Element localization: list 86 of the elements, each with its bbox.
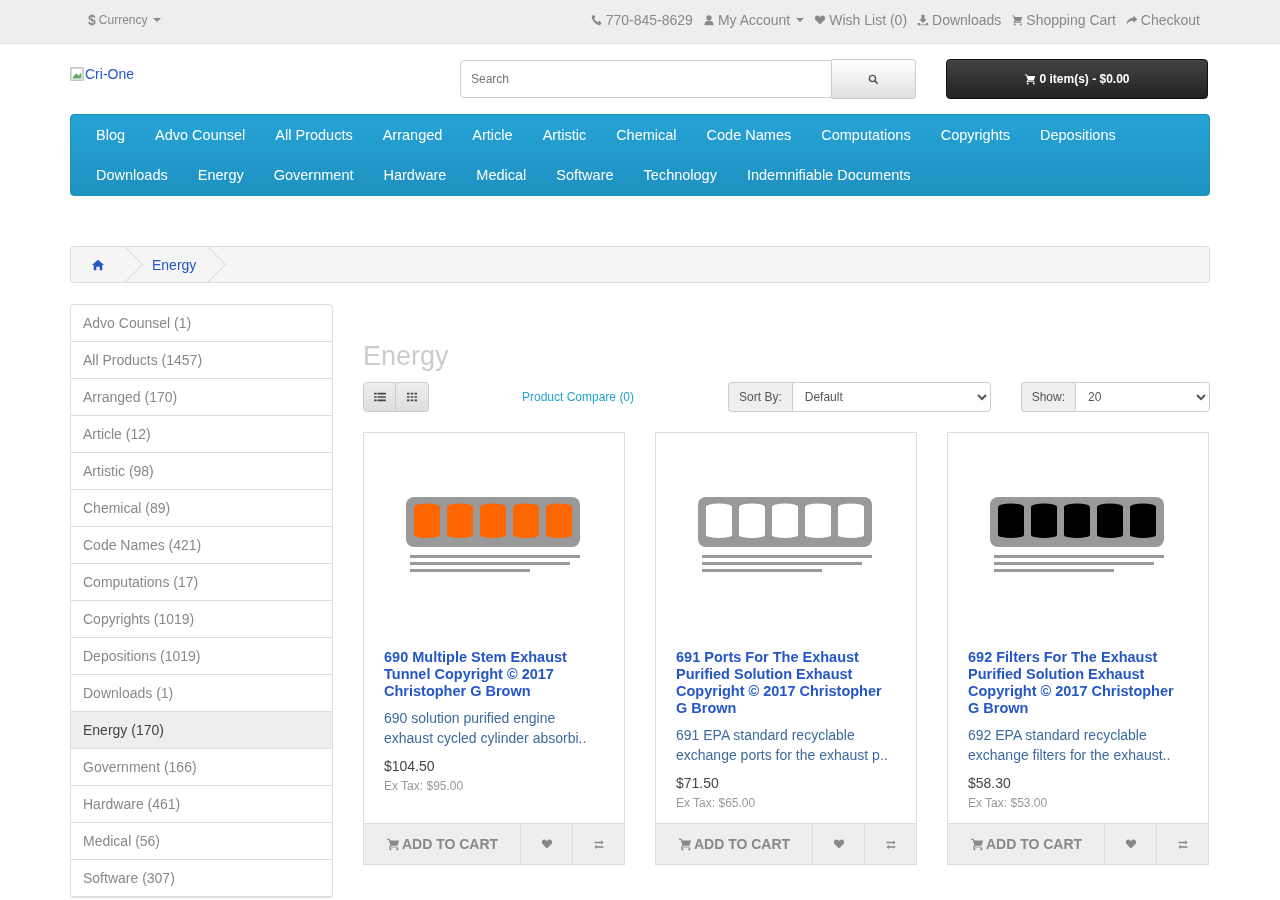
show-select[interactable]: 20	[1075, 382, 1210, 412]
exchange-icon	[884, 838, 897, 850]
nav-link[interactable]: Advo Counsel	[140, 115, 261, 155]
nav-link[interactable]: Energy	[182, 155, 259, 195]
category-item[interactable]: Advo Counsel (1)	[71, 305, 332, 342]
category-item[interactable]: Software (307)	[71, 860, 332, 897]
top-link-label[interactable]: My Account	[717, 12, 791, 28]
download-icon	[917, 14, 930, 26]
list-view-button[interactable]	[363, 382, 396, 412]
currency-dropdown[interactable]: $ Currency	[70, 12, 162, 28]
product-description: 692 EPA standard recyclable exchange filters for the exhaust..	[968, 726, 1172, 765]
logo-link[interactable]: Cri-One	[85, 66, 134, 82]
nav-link[interactable]: Article	[457, 115, 528, 155]
category-item[interactable]: Computations (17)	[71, 564, 332, 601]
heart-icon	[814, 14, 827, 26]
user-icon	[702, 14, 715, 26]
category-item[interactable]: Arranged (170)	[71, 379, 332, 416]
category-item[interactable]: Hardware (461)	[71, 786, 332, 823]
top-link-label[interactable]: Shopping Cart	[1026, 12, 1116, 28]
product-price: $58.30	[968, 775, 1012, 791]
nav-link[interactable]: Technology	[628, 155, 732, 195]
cart-icon	[677, 837, 692, 851]
category-item[interactable]: Article (12)	[71, 416, 332, 453]
category-item[interactable]: Depositions (1019)	[71, 638, 332, 675]
nav-link[interactable]: Blog	[81, 115, 141, 155]
cart-icon	[385, 837, 400, 851]
search-field[interactable]: Search	[460, 60, 832, 98]
caret-icon	[796, 18, 805, 22]
broken-image-icon	[70, 67, 84, 81]
heart-icon	[832, 838, 845, 850]
nav-link[interactable]: Software	[541, 155, 629, 195]
cart-icon	[969, 837, 984, 851]
category-item[interactable]: Energy (170)	[71, 712, 332, 749]
exchange-icon	[1176, 838, 1189, 850]
nav-link[interactable]: Downloads	[81, 155, 183, 195]
product-title-link[interactable]: 692 Filters For The Exhaust Purified Solution Exhaust Copyright © 2017 Christopher G Brown	[968, 649, 1188, 717]
heart-icon	[1124, 838, 1137, 850]
product-description: 690 solution purified engine exhaust cycled cylinder absorbi..	[384, 709, 588, 748]
top-link-label[interactable]: Downloads	[932, 12, 1002, 28]
top-link-label[interactable]: Wish List (0)	[829, 12, 908, 28]
nav-link[interactable]: Artistic	[527, 115, 602, 155]
nav-link[interactable]: Code Names	[691, 115, 807, 155]
exchange-icon	[592, 838, 605, 850]
category-item[interactable]: Copyrights (1019)	[71, 601, 332, 638]
nav-link[interactable]: Copyrights	[925, 115, 1025, 155]
sort-select[interactable]: Default	[791, 382, 991, 412]
cart-button[interactable]: 0 item(s) - $0.00	[946, 59, 1208, 99]
product-compare-link[interactable]: Product Compare (0)	[522, 390, 635, 404]
phone-icon	[590, 14, 603, 26]
product-title-link[interactable]: 690 Multiple Stem Exhaust Tunnel Copyright © 2017 Christopher G Brown	[384, 649, 604, 700]
ex-tax-price: Ex Tax: $65.00	[676, 796, 757, 810]
nav-link[interactable]: Medical	[461, 155, 542, 195]
nav-link[interactable]: Computations	[806, 115, 926, 155]
nav-link[interactable]: Arranged	[367, 115, 458, 155]
category-item[interactable]: All Products (1457)	[71, 342, 332, 379]
ex-tax-price: Ex Tax: $95.00	[384, 779, 465, 793]
search-icon	[868, 73, 879, 85]
nav-link[interactable]: All Products	[260, 115, 368, 155]
top-link-label[interactable]: 770-845-8629	[605, 12, 693, 28]
sort-label: Sort By:	[728, 382, 792, 412]
search-button[interactable]	[832, 59, 916, 99]
category-item[interactable]: Chemical (89)	[71, 490, 332, 527]
nav-link[interactable]: Hardware	[368, 155, 462, 195]
share-arrow-icon	[1125, 14, 1138, 26]
grid-icon	[406, 392, 418, 402]
heart-icon	[540, 838, 553, 850]
nav-link[interactable]: Chemical	[601, 115, 692, 155]
show-label: Show:	[1020, 382, 1075, 412]
nav-link[interactable]: Depositions	[1025, 115, 1131, 155]
category-item[interactable]: Government (166)	[71, 749, 332, 786]
ex-tax-price: Ex Tax: $53.00	[968, 796, 1049, 810]
nav-link[interactable]: Indemnifiable Documents	[731, 155, 926, 195]
category-item[interactable]: Artistic (98)	[71, 453, 332, 490]
breadcrumb-link[interactable]: Energy	[138, 256, 209, 273]
product-price: $71.50	[676, 775, 720, 791]
product-price: $104.50	[384, 758, 436, 774]
category-item[interactable]: Code Names (421)	[71, 527, 332, 564]
list-icon	[373, 392, 386, 402]
product-title-link[interactable]: 691 Ports For The Exhaust Purified Solution Exhaust Copyright © 2017 Christopher G Brown	[676, 649, 896, 717]
top-link-label[interactable]: Checkout	[1140, 12, 1200, 28]
product-description: 691 EPA standard recyclable exchange ports for the exhaust p..	[676, 726, 889, 765]
cart-icon	[1011, 14, 1024, 26]
category-item[interactable]: Medical (56)	[71, 823, 332, 860]
grid-view-button[interactable]	[396, 382, 429, 412]
nav-link[interactable]: Government	[258, 155, 369, 195]
cart-icon	[1024, 73, 1037, 85]
